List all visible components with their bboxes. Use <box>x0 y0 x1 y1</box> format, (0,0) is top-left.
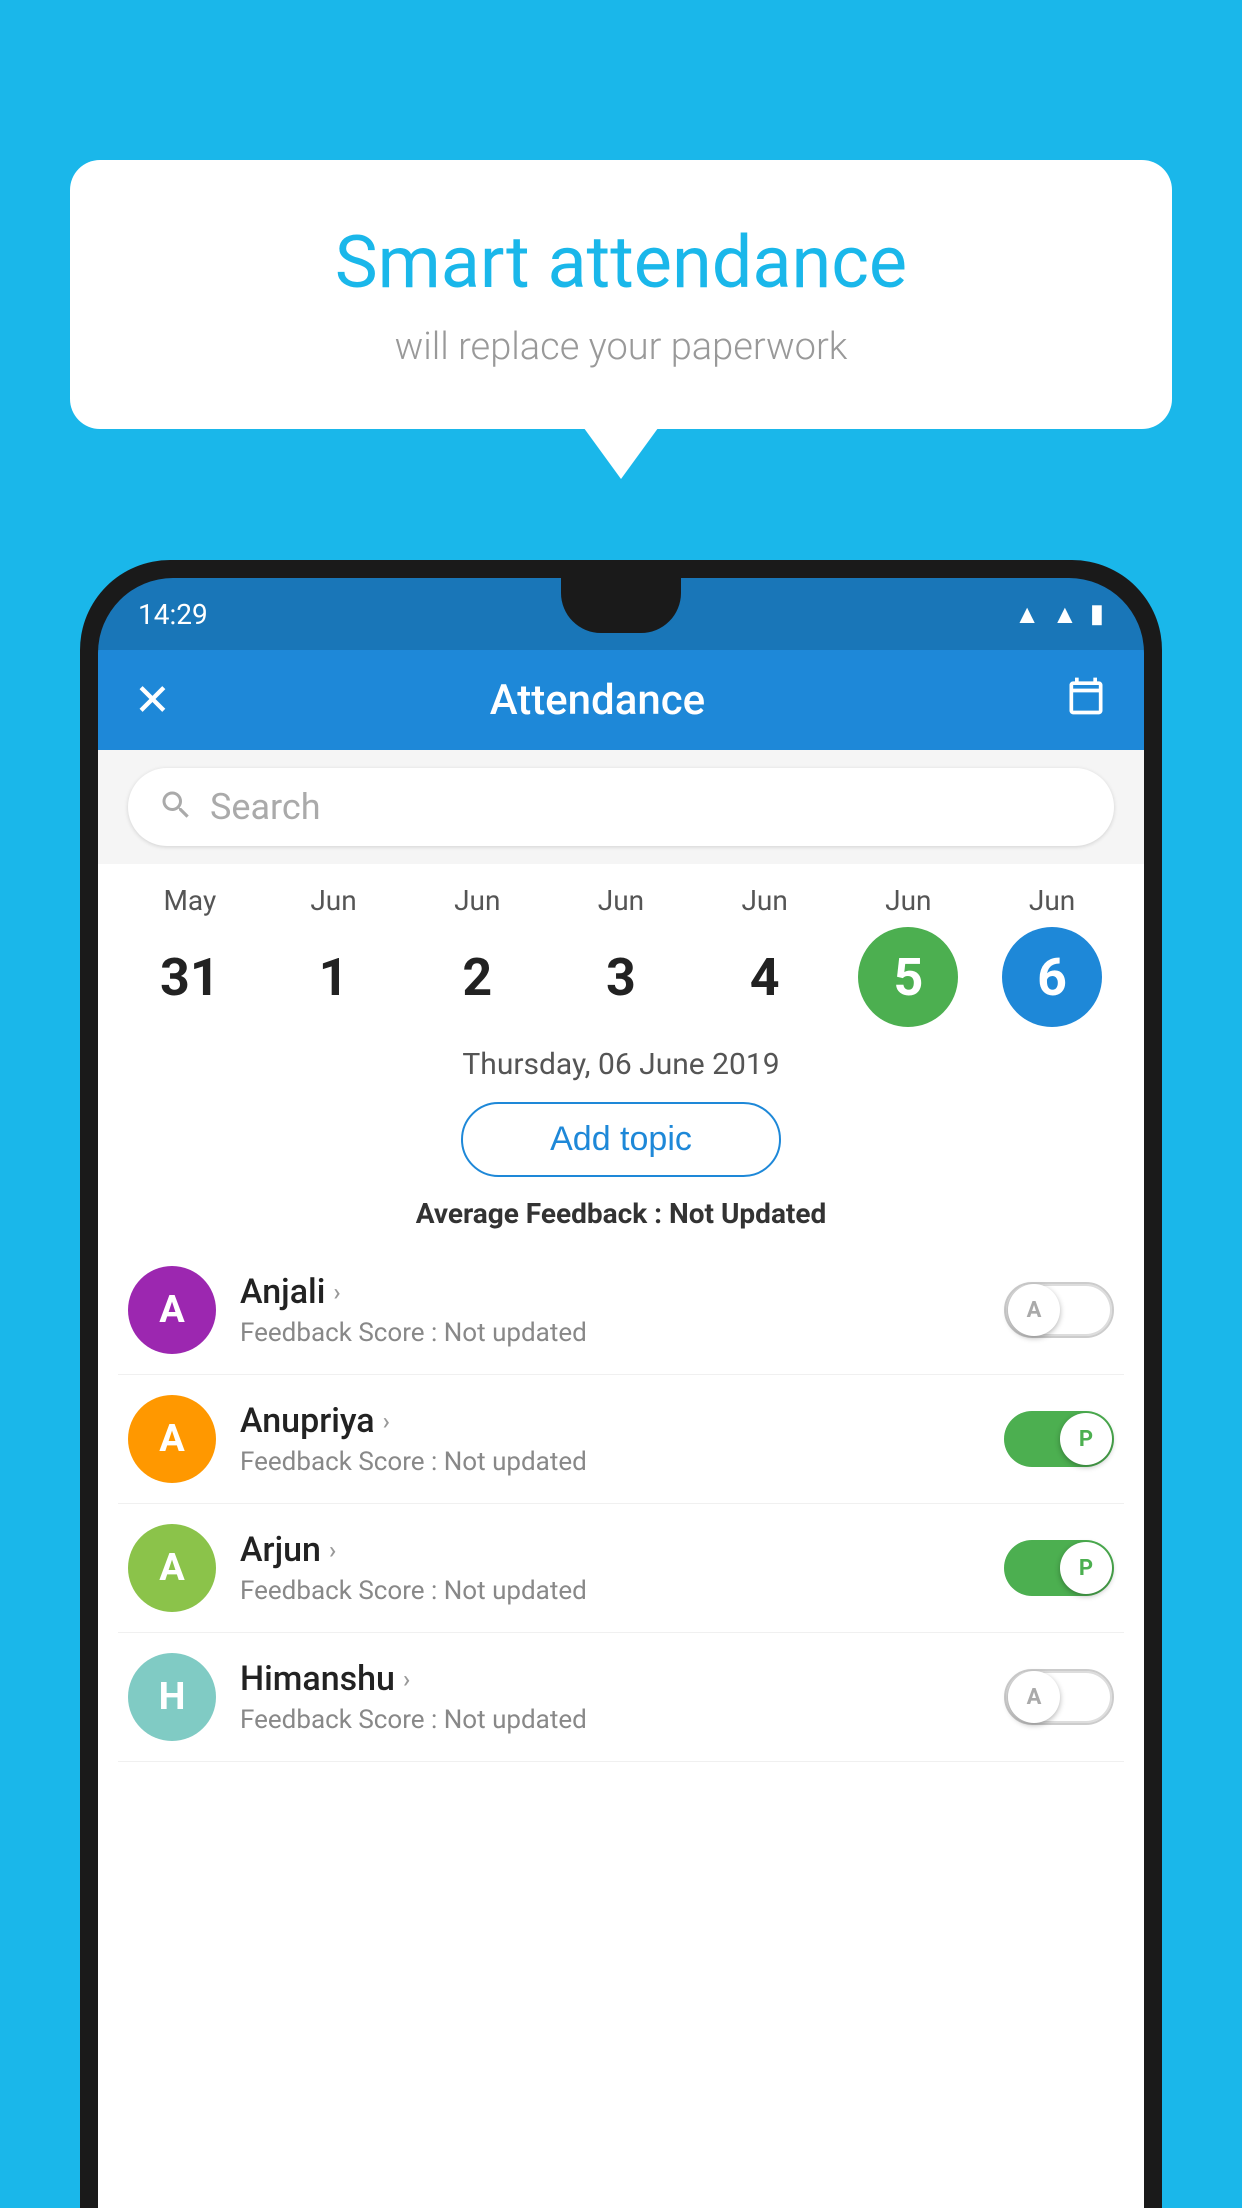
calendar-day[interactable]: Jun 3 <box>561 884 681 1027</box>
avatar: A <box>128 1395 216 1483</box>
attendance-toggle[interactable]: P <box>1004 1411 1114 1467</box>
calendar-day[interactable]: May 31 <box>130 884 250 1027</box>
search-input-container[interactable]: Search <box>128 768 1114 846</box>
speech-bubble-container: Smart attendance will replace your paper… <box>70 160 1172 429</box>
wifi-icon: ▲ <box>1014 599 1040 630</box>
cal-month: Jun <box>741 884 787 917</box>
student-info: Arjun › Feedback Score : Not updated <box>240 1530 980 1606</box>
search-bar: Search <box>98 750 1144 864</box>
avg-feedback-value: Not Updated <box>669 1197 826 1230</box>
add-topic-button[interactable]: Add topic <box>461 1102 781 1177</box>
feedback-score: Feedback Score : Not updated <box>240 1318 980 1348</box>
feedback-score: Feedback Score : Not updated <box>240 1705 980 1735</box>
selected-date-label: Thursday, 06 June 2019 <box>98 1027 1144 1092</box>
toggle-container[interactable]: P <box>1004 1411 1114 1467</box>
avg-feedback-label: Average Feedback : <box>416 1197 669 1230</box>
avatar: A <box>128 1524 216 1612</box>
chevron-icon: › <box>329 1536 336 1564</box>
toggle-knob: A <box>1008 1671 1060 1723</box>
status-bar: 14:29 ▲ ▲ ▮ <box>98 578 1144 650</box>
battery-icon: ▮ <box>1090 599 1104 629</box>
cal-month: Jun <box>1029 884 1075 917</box>
screen-content: Search May 31 Jun 1 Jun 2 Jun 3 Jun 4 Jun 5 Jun 6 Thu… <box>98 750 1144 2208</box>
phone-notch <box>561 578 681 633</box>
speech-bubble: Smart attendance will replace your paper… <box>70 160 1172 429</box>
cal-date[interactable]: 3 <box>571 927 671 1027</box>
cal-month: Jun <box>885 884 931 917</box>
cal-date[interactable]: 31 <box>140 927 240 1027</box>
app-bar: ✕ Attendance <box>98 650 1144 750</box>
avatar: H <box>128 1653 216 1741</box>
toggle-knob: P <box>1060 1413 1112 1465</box>
student-item[interactable]: A Anjali › Feedback Score : Not updated A <box>118 1246 1124 1375</box>
toggle-knob: P <box>1060 1542 1112 1594</box>
chevron-icon: › <box>383 1407 390 1435</box>
attendance-toggle[interactable]: A <box>1004 1282 1114 1338</box>
cal-date[interactable]: 6 <box>1002 927 1102 1027</box>
phone-frame: 14:29 ▲ ▲ ▮ ✕ Attendance <box>80 560 1162 2208</box>
calendar-day[interactable]: Jun 5 <box>848 884 968 1027</box>
cal-month: Jun <box>454 884 500 917</box>
bubble-subtitle: will replace your paperwork <box>150 325 1092 369</box>
cal-month: May <box>163 884 216 917</box>
feedback-score: Feedback Score : Not updated <box>240 1447 980 1477</box>
status-icons: ▲ ▲ ▮ <box>1014 599 1104 630</box>
student-info: Anupriya › Feedback Score : Not updated <box>240 1401 980 1477</box>
cal-date[interactable]: 2 <box>427 927 527 1027</box>
student-item[interactable]: H Himanshu › Feedback Score : Not updated A <box>118 1633 1124 1762</box>
student-list: AAnjali ›Feedback Score : Not updatedAAA… <box>98 1246 1144 1762</box>
student-item[interactable]: A Arjun › Feedback Score : Not updated P <box>118 1504 1124 1633</box>
toggle-container[interactable]: A <box>1004 1669 1114 1725</box>
student-name[interactable]: Himanshu › <box>240 1659 980 1699</box>
calendar-icon[interactable] <box>1064 674 1108 727</box>
student-name[interactable]: Anupriya › <box>240 1401 980 1441</box>
feedback-score: Feedback Score : Not updated <box>240 1576 980 1606</box>
calendar-day[interactable]: Jun 1 <box>274 884 394 1027</box>
calendar-day[interactable]: Jun 2 <box>417 884 537 1027</box>
phone-inner: 14:29 ▲ ▲ ▮ ✕ Attendance <box>98 578 1144 2208</box>
calendar-day[interactable]: Jun 6 <box>992 884 1112 1027</box>
attendance-toggle[interactable]: A <box>1004 1669 1114 1725</box>
chevron-icon: › <box>333 1278 340 1306</box>
toggle-container[interactable]: A <box>1004 1282 1114 1338</box>
student-item[interactable]: A Anupriya › Feedback Score : Not updated P <box>118 1375 1124 1504</box>
calendar-row: May 31 Jun 1 Jun 2 Jun 3 Jun 4 Jun 5 Jun 6 <box>98 864 1144 1027</box>
attendance-toggle[interactable]: P <box>1004 1540 1114 1596</box>
search-icon <box>158 787 194 827</box>
student-name[interactable]: Anjali › <box>240 1272 980 1312</box>
student-name[interactable]: Arjun › <box>240 1530 980 1570</box>
avatar: A <box>128 1266 216 1354</box>
toggle-container[interactable]: P <box>1004 1540 1114 1596</box>
student-info: Himanshu › Feedback Score : Not updated <box>240 1659 980 1735</box>
toggle-knob: A <box>1008 1284 1060 1336</box>
bubble-title: Smart attendance <box>150 220 1092 305</box>
avg-feedback: Average Feedback : Not Updated <box>98 1187 1144 1246</box>
chevron-icon: › <box>403 1665 410 1693</box>
cal-month: Jun <box>598 884 644 917</box>
cal-date[interactable]: 5 <box>858 927 958 1027</box>
search-input[interactable]: Search <box>210 786 321 828</box>
student-info: Anjali › Feedback Score : Not updated <box>240 1272 980 1348</box>
cal-date[interactable]: 1 <box>284 927 384 1027</box>
app-bar-title: Attendance <box>131 676 1064 725</box>
status-time: 14:29 <box>138 598 208 631</box>
signal-icon: ▲ <box>1052 599 1078 630</box>
cal-month: Jun <box>310 884 356 917</box>
cal-date[interactable]: 4 <box>715 927 815 1027</box>
calendar-day[interactable]: Jun 4 <box>705 884 825 1027</box>
